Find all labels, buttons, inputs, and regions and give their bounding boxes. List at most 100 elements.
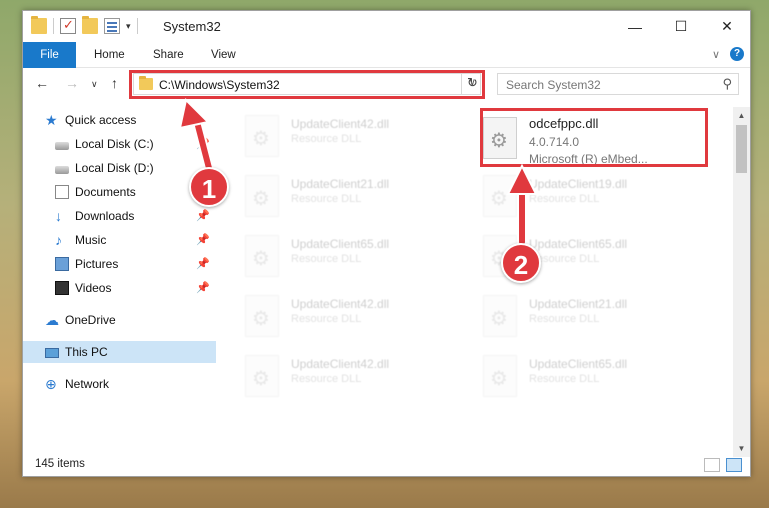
navigation-pane: ★ Quick access Local Disk (C:) 📌 Local D… <box>23 107 216 457</box>
new-folder-icon[interactable] <box>82 16 98 34</box>
item-count: 145 items <box>35 458 85 470</box>
dll-file-icon <box>483 175 517 217</box>
file-item[interactable]: UpdateClient65.dll Resource DLL <box>461 349 691 405</box>
properties-icon[interactable] <box>104 18 120 34</box>
documents-icon <box>55 185 69 199</box>
file-item[interactable]: UpdateClient21.dll Resource DLL <box>461 289 691 345</box>
maximize-button[interactable]: ☐ <box>658 11 704 42</box>
dll-file-icon <box>245 175 279 217</box>
toolbar-separator <box>136 18 138 34</box>
search-placeholder: Search System32 <box>506 78 601 92</box>
file-name: UpdateClient65.dll <box>529 237 628 251</box>
callout-step-1: 1 <box>189 167 229 207</box>
file-name: UpdateClient21.dll <box>291 177 390 191</box>
file-name: UpdateClient42.dll <box>291 357 390 371</box>
file-name: UpdateClient65.dll <box>529 357 628 371</box>
sidebar-item-music[interactable]: ♪ Music 📌 <box>23 229 216 251</box>
sidebar-item-label: Videos <box>75 281 112 295</box>
file-item[interactable]: UpdateClient19.dll Resource DLL <box>461 169 691 225</box>
sidebar-item-label: OneDrive <box>65 313 116 327</box>
scroll-up-icon[interactable]: ▲ <box>733 107 750 124</box>
sidebar-item-label: Pictures <box>75 257 119 271</box>
file-item[interactable]: UpdateClient42.dll Resource DLL <box>223 109 453 165</box>
this-pc-icon <box>45 348 59 358</box>
tab-home[interactable]: Home <box>94 42 125 68</box>
details-view-icon[interactable] <box>704 458 720 472</box>
dll-file-icon <box>483 355 517 397</box>
sidebar-item-documents[interactable]: Documents 📌 <box>23 181 216 203</box>
help-icon[interactable]: ? <box>730 47 744 61</box>
file-type: Resource DLL <box>291 373 362 385</box>
explorer-window: ▾ System32 — ☐ ✕ File Home Share View ∨ … <box>22 10 751 477</box>
ribbon-tabs: File Home Share View ∨ ? <box>23 42 750 68</box>
pin-icon[interactable]: 📌 <box>196 233 210 246</box>
search-input[interactable]: Search System32 ⚲ <box>497 73 739 95</box>
disk-icon <box>55 142 69 150</box>
file-type: Resource DLL <box>291 253 362 265</box>
file-name: UpdateClient42.dll <box>291 117 390 131</box>
sidebar-item-onedrive[interactable]: ☁ OneDrive <box>23 309 216 331</box>
file-item[interactable]: UpdateClient65.dll Resource DLL <box>223 229 453 285</box>
file-highlight-box <box>480 108 708 167</box>
sidebar-item-label: Music <box>75 233 107 247</box>
file-name: UpdateClient19.dll <box>529 177 628 191</box>
file-item[interactable]: UpdateClient42.dll Resource DLL <box>223 349 453 405</box>
sidebar-item-videos[interactable]: Videos 📌 <box>23 277 216 299</box>
file-item[interactable]: UpdateClient21.dll Resource DLL <box>223 169 453 225</box>
sidebar-item-this-pc[interactable]: This PC <box>23 341 216 363</box>
sidebar-item-label: Downloads <box>75 209 135 223</box>
sidebar-item-label: Local Disk (C:) <box>75 137 154 151</box>
dll-file-icon <box>483 295 517 337</box>
close-button[interactable]: ✕ <box>704 11 750 42</box>
sidebar-item-label: Network <box>65 377 110 391</box>
pin-icon[interactable]: 📌 <box>196 209 210 222</box>
status-bar: 145 items <box>23 454 750 476</box>
pin-icon[interactable]: 📌 <box>196 257 210 270</box>
recent-locations-dropdown-icon[interactable]: ∨ <box>91 79 98 90</box>
disk-icon <box>55 166 69 174</box>
sidebar-item-pictures[interactable]: Pictures 📌 <box>23 253 216 275</box>
file-type: Resource DLL <box>529 193 600 205</box>
window-controls: — ☐ ✕ <box>612 11 750 42</box>
dll-file-icon <box>245 115 279 157</box>
minimize-button[interactable]: — <box>612 11 658 42</box>
sidebar-item-network[interactable]: ⊕ Network <box>23 373 216 395</box>
tab-share[interactable]: Share <box>153 42 184 68</box>
tab-file[interactable]: File <box>23 42 76 68</box>
pin-icon[interactable]: 📌 <box>196 137 210 150</box>
window-title: System32 <box>163 19 221 34</box>
large-icons-view-icon[interactable] <box>726 458 742 472</box>
file-name: UpdateClient21.dll <box>529 297 628 311</box>
file-item[interactable]: UpdateClient65.dll Resource DLL <box>461 229 691 285</box>
sidebar-item-local-disk-d[interactable]: Local Disk (D:) <box>23 157 216 179</box>
back-button[interactable]: ← <box>35 75 49 91</box>
file-type: Resource DLL <box>291 193 362 205</box>
sidebar-item-label: Quick access <box>65 113 137 127</box>
forward-button[interactable]: → <box>65 75 79 91</box>
file-type: Resource DLL <box>529 313 600 325</box>
customize-toolbar-dropdown-icon[interactable]: ▾ <box>126 21 131 32</box>
file-type: Resource DLL <box>291 313 362 325</box>
file-item[interactable]: UpdateClient42.dll Resource DLL <box>223 289 453 345</box>
folder-icon[interactable] <box>31 16 47 34</box>
address-highlight-box <box>129 70 485 99</box>
scroll-thumb[interactable] <box>736 125 747 173</box>
onedrive-icon: ☁ <box>45 312 59 328</box>
vertical-scrollbar[interactable]: ▲ ▼ <box>733 107 750 457</box>
file-type: Resource DLL <box>291 133 362 145</box>
quick-access-toolbar: ▾ <box>31 16 138 34</box>
music-icon: ♪ <box>55 232 62 248</box>
pin-icon[interactable]: 📌 <box>196 281 210 294</box>
title-bar: ▾ System32 — ☐ ✕ <box>23 11 750 42</box>
up-button[interactable]: ↑ <box>111 75 118 91</box>
expand-ribbon-icon[interactable]: ∨ <box>712 48 720 61</box>
sidebar-item-local-disk-c[interactable]: Local Disk (C:) 📌 <box>23 133 216 155</box>
tab-view[interactable]: View <box>211 42 236 68</box>
file-name: UpdateClient65.dll <box>291 237 390 251</box>
sidebar-item-quick-access[interactable]: ★ Quick access <box>23 109 216 131</box>
search-icon: ⚲ <box>722 76 732 91</box>
dll-file-icon <box>245 235 279 277</box>
sidebar-item-downloads[interactable]: ↓ Downloads 📌 <box>23 205 216 227</box>
properties-check-icon[interactable] <box>60 17 76 34</box>
dll-file-icon <box>245 355 279 397</box>
